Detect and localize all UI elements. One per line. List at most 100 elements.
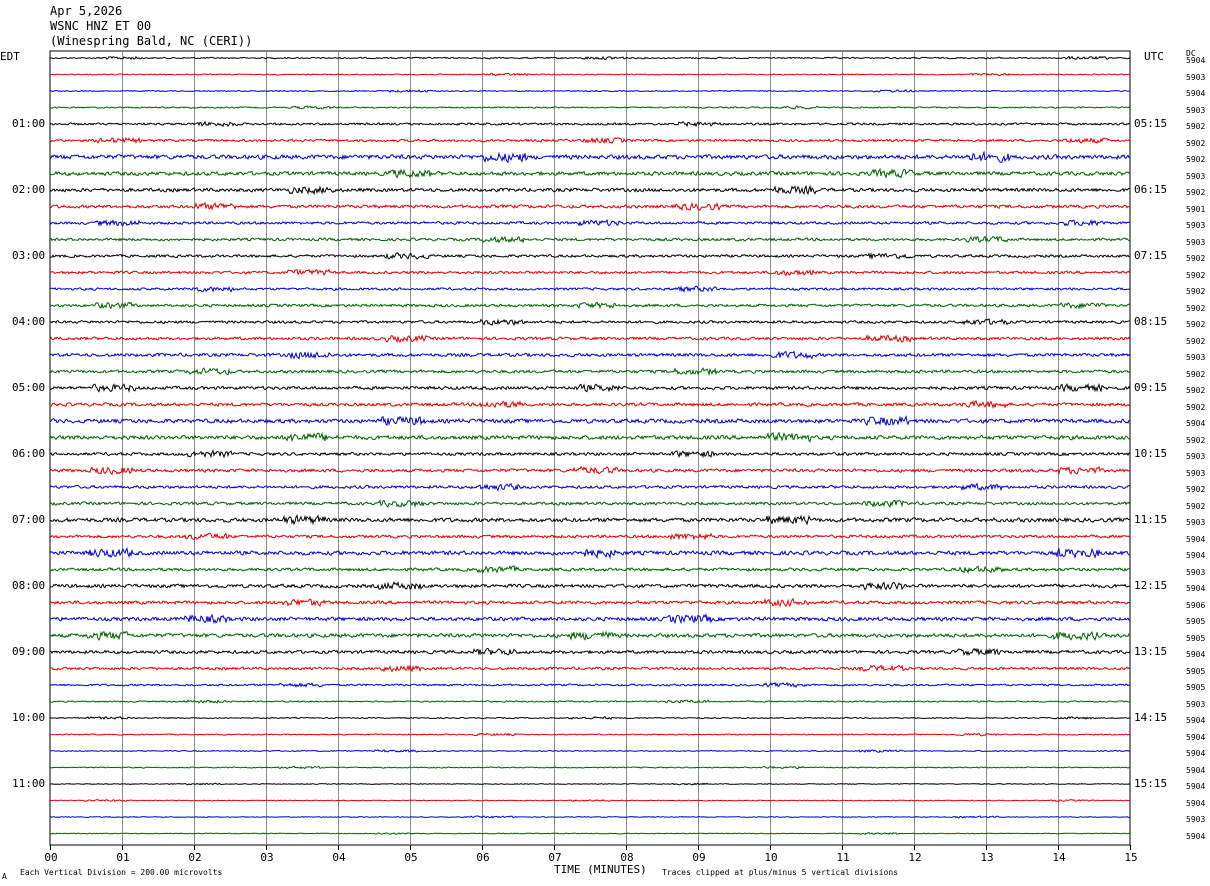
trace-dc-offset: 5902 [1186, 435, 1206, 445]
seismic-trace [49, 252, 1131, 261]
x-tick-label: 10 [764, 851, 778, 864]
seismic-trace [49, 301, 1131, 310]
seismic-trace [49, 547, 1131, 560]
x-tick-label: 04 [332, 851, 346, 864]
trace-dc-offset: 5903 [1186, 468, 1206, 478]
edt-hour-label: 06:00 [12, 447, 46, 460]
seismic-trace [49, 597, 1131, 608]
x-tick-label: 06 [476, 851, 490, 864]
x-tick-label: 03 [260, 851, 274, 864]
x-tick-label: 13 [980, 851, 994, 864]
trace-dc-offset: 5904 [1186, 419, 1206, 428]
trace-dc-offset: 5902 [1186, 254, 1206, 263]
seismic-trace [49, 268, 1131, 277]
seismic-trace [49, 716, 1131, 720]
trace-dc-offset: 5902 [1186, 485, 1206, 494]
trace-dc-offset: 5904 [1186, 782, 1206, 791]
trace-dc-offset: 5905 [1186, 666, 1206, 676]
utc-hour-label: 09:15 [1134, 381, 1168, 394]
trace-dc-offset: 5904 [1186, 650, 1206, 659]
utc-hour-label: 05:15 [1134, 117, 1168, 130]
trace-dc-offset: 5902 [1186, 270, 1206, 280]
utc-hour-label: 08:15 [1134, 315, 1168, 328]
edt-hour-label: 10:00 [12, 711, 46, 724]
seismic-trace [49, 367, 1131, 377]
seismic-trace [49, 89, 1130, 93]
seismic-trace [49, 449, 1131, 459]
trace-dc-offset: 5903 [1186, 171, 1206, 181]
seismic-trace [49, 832, 1131, 836]
seismic-trace [49, 613, 1131, 625]
trace-dc-offset: 5904 [1186, 716, 1206, 725]
x-axis-title: TIME (MINUTES) [554, 863, 647, 876]
edt-hour-label: 09:00 [12, 645, 46, 658]
seismic-trace [49, 565, 1131, 575]
seismic-trace [49, 105, 1131, 110]
trace-dc-offset: 5901 [1186, 204, 1206, 214]
trace-dc-offset: 5903 [1186, 72, 1206, 82]
trace-dc-offset: 5903 [1186, 237, 1206, 247]
trace-dc-offset: 5906 [1186, 600, 1206, 610]
trace-dc-offset: 5903 [1186, 353, 1206, 362]
x-tick-label: 11 [836, 851, 850, 864]
trace-dc-offset: 5905 [1186, 617, 1206, 626]
trace-dc-offset: 5904 [1186, 56, 1206, 65]
utc-hour-label: 10:15 [1134, 447, 1168, 460]
trace-dc-offset: 5902 [1186, 501, 1206, 511]
seismic-trace [49, 55, 1131, 61]
x-tick-label: 01 [116, 851, 130, 864]
clip-note: Traces clipped at plus/minus 5 vertical … [662, 868, 899, 877]
trace-dc-offset: 5904 [1186, 89, 1206, 98]
trace-dc-offset: 5902 [1186, 155, 1206, 164]
seismic-trace [49, 150, 1131, 164]
x-tick-label: 00 [44, 851, 58, 864]
seismic-trace [49, 765, 1131, 770]
utc-hour-label: 14:15 [1134, 711, 1168, 724]
seismic-trace [49, 415, 1131, 427]
trace-dc-offset: 5902 [1186, 287, 1206, 296]
grid-lines [49, 50, 1131, 850]
trace-dc-offset: 5904 [1186, 749, 1206, 758]
utc-hour-label: 06:15 [1134, 183, 1168, 196]
edt-hour-label: 02:00 [12, 183, 46, 196]
seismic-trace [49, 136, 1131, 145]
trace-dc-offset: 5903 [1186, 699, 1206, 709]
seismic-trace [49, 399, 1131, 410]
trace-dc-offset: 5903 [1186, 221, 1206, 230]
seismic-trace [49, 285, 1131, 293]
seismic-trace [49, 815, 1131, 819]
seismic-trace [49, 218, 1131, 227]
helicorder-plot [49, 50, 1131, 850]
utc-hour-label: 07:15 [1134, 249, 1168, 262]
x-tick-label: 15 [1124, 851, 1138, 864]
trace-dc-offset: 5902 [1186, 188, 1206, 197]
edt-hour-label: 08:00 [12, 579, 46, 592]
trace-dc-offset: 5902 [1186, 402, 1206, 412]
trace-dc-offset: 5903 [1186, 452, 1206, 461]
trace-dc-offset: 5904 [1186, 732, 1206, 742]
x-tick-label: 02 [188, 851, 202, 864]
seismic-trace [49, 532, 1130, 541]
seismic-trace [49, 581, 1131, 591]
utc-hour-label: 12:15 [1134, 579, 1168, 592]
seismic-trace [49, 382, 1131, 393]
edt-hour-label: 03:00 [12, 249, 46, 262]
edt-hour-label: 05:00 [12, 381, 46, 394]
edt-hour-label: 04:00 [12, 315, 46, 328]
edt-hour-label: 01:00 [12, 117, 46, 130]
seismic-trace [49, 664, 1131, 673]
trace-dc-offset: 5904 [1186, 831, 1206, 841]
seismic-trace [49, 465, 1131, 476]
trace-dc-offset: 5904 [1186, 551, 1206, 560]
x-tick-label: 12 [908, 851, 922, 864]
seismic-trace [49, 647, 1131, 657]
seismic-trace [49, 630, 1131, 642]
utc-hour-label: 13:15 [1134, 645, 1168, 658]
trace-dc-offset: 5905 [1186, 683, 1206, 692]
trace-dc-offset: 5902 [1186, 336, 1206, 346]
scale-note: Each Vertical Division = 200.00 microvol… [20, 868, 223, 877]
utc-hour-label: 15:15 [1134, 777, 1168, 790]
x-tick-label: 14 [1052, 851, 1066, 864]
trace-dc-offset: 5903 [1186, 567, 1206, 577]
trace-dc-offset: 5905 [1186, 633, 1206, 643]
